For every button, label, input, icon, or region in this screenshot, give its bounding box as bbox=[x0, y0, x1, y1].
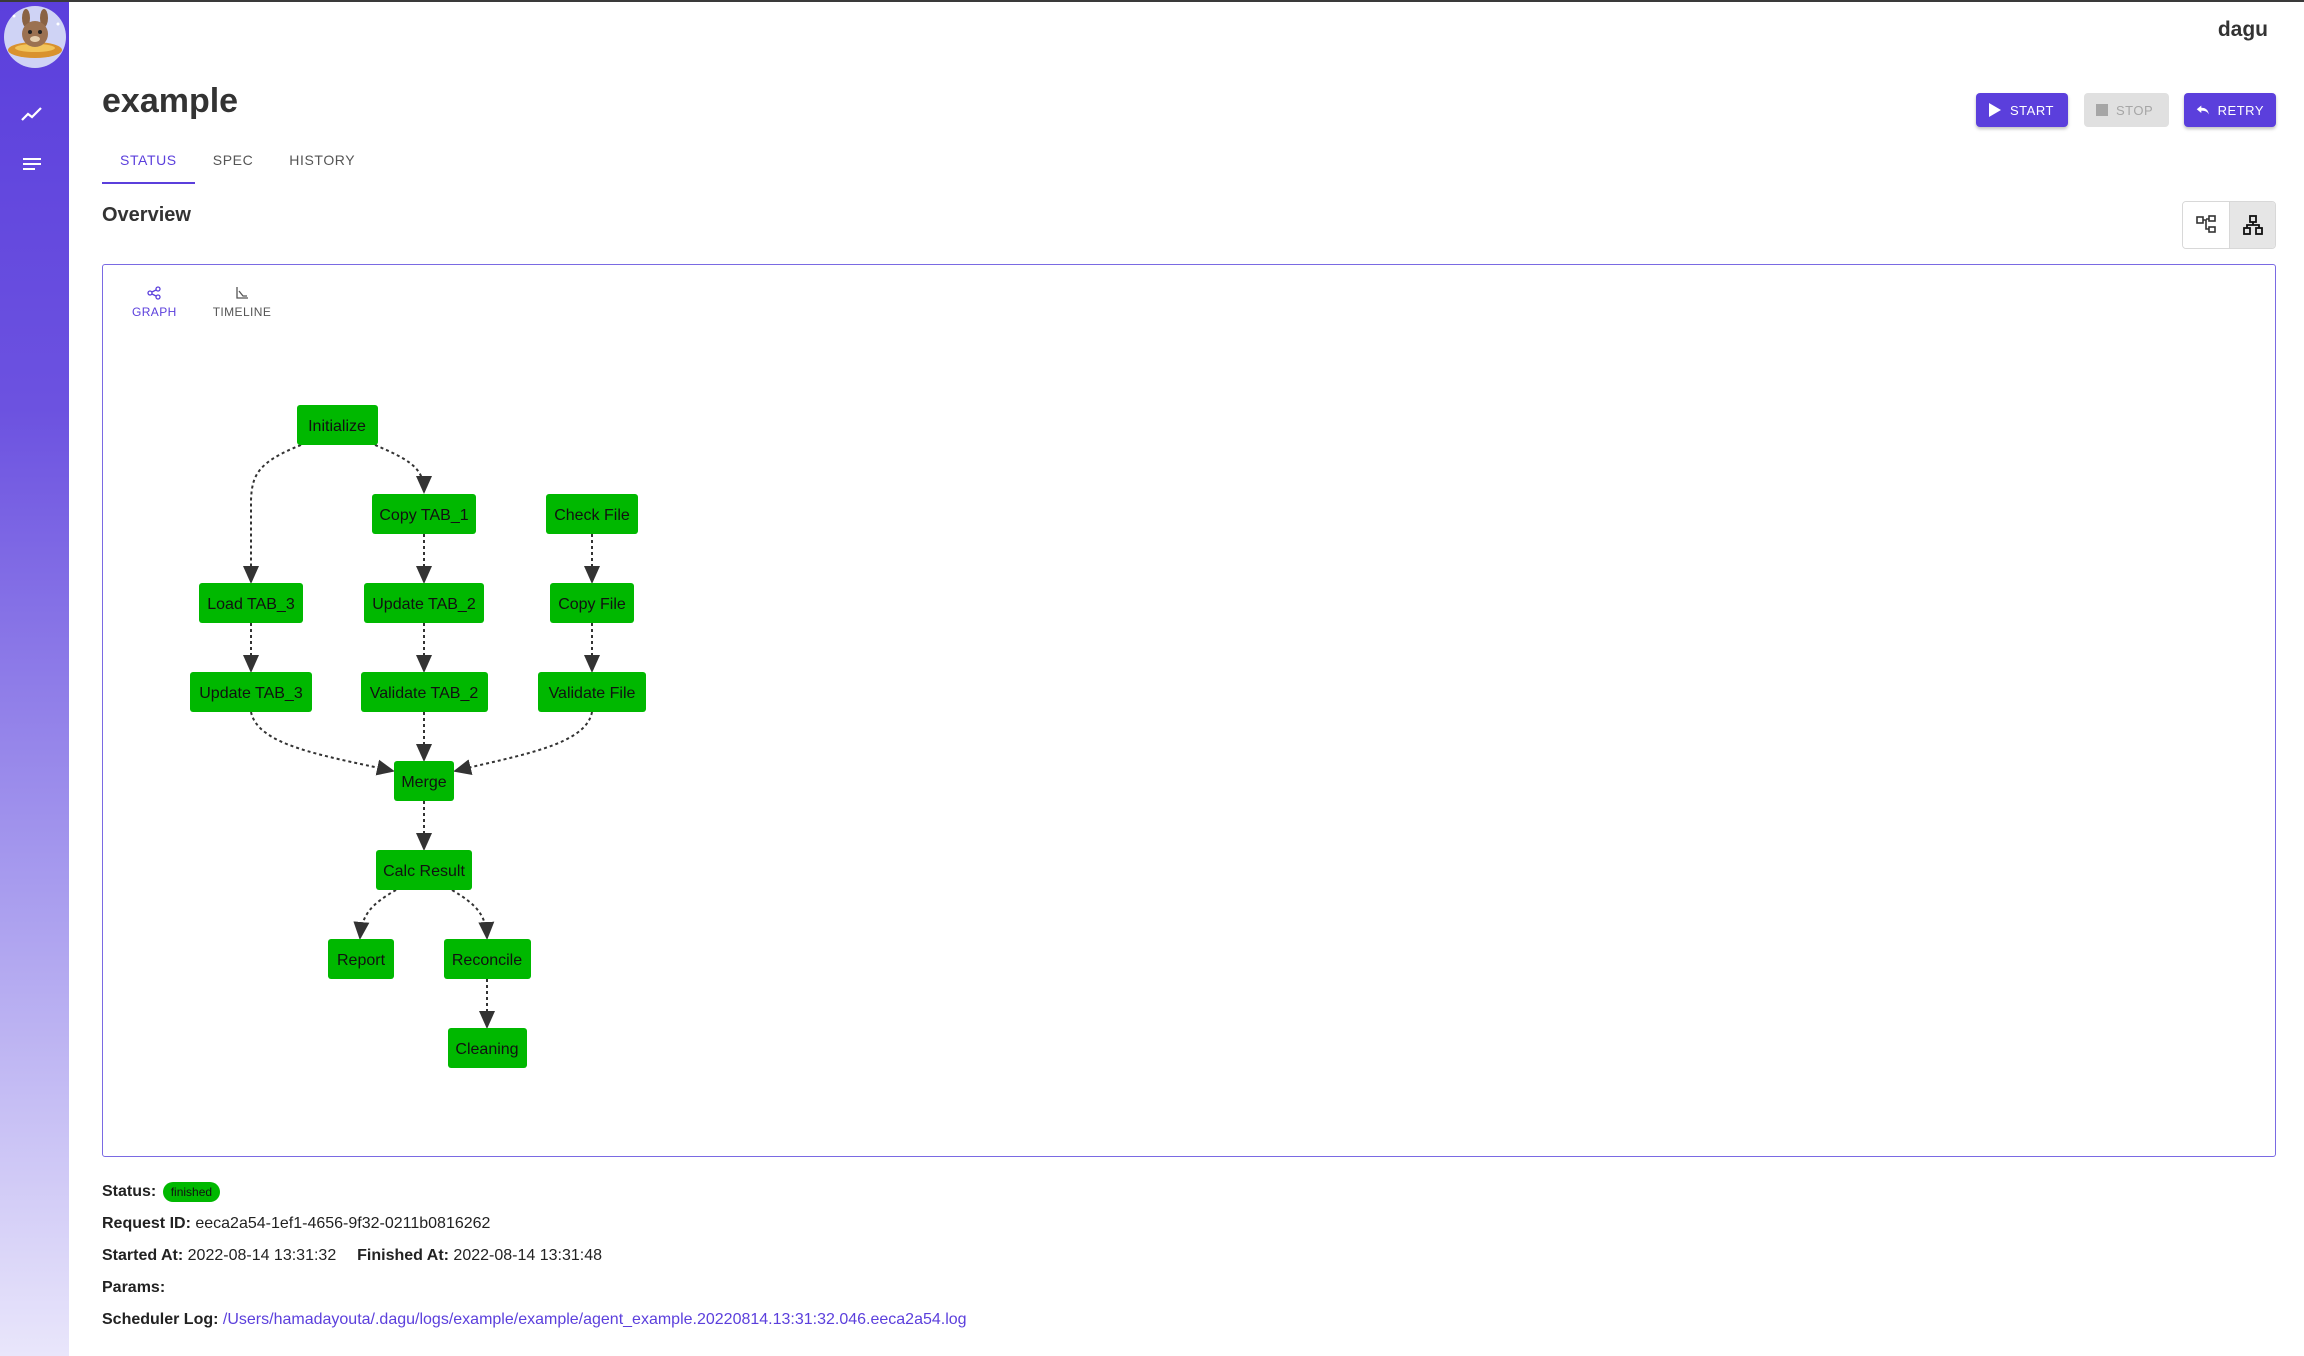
svg-text:Load TAB_3: Load TAB_3 bbox=[207, 596, 295, 613]
status-badge: finished bbox=[162, 1182, 221, 1202]
status-row: Status: finished bbox=[102, 1182, 221, 1202]
edge-validatefile-merge bbox=[453, 711, 593, 775]
node-reconcile[interactable]: Reconcile bbox=[444, 939, 531, 979]
node-copy-tab-1[interactable]: Copy TAB_1 bbox=[372, 494, 476, 534]
node-calc-result[interactable]: Calc Result bbox=[376, 850, 472, 890]
svg-text:Update TAB_2: Update TAB_2 bbox=[372, 596, 476, 613]
params-label: Params: bbox=[102, 1279, 166, 1296]
edge-calc-reconcile bbox=[451, 889, 495, 940]
node-validate-tab-2[interactable]: Validate TAB_2 bbox=[361, 672, 488, 712]
status-label: Status: bbox=[102, 1183, 157, 1201]
svg-text:Report: Report bbox=[337, 952, 386, 969]
svg-text:Merge: Merge bbox=[401, 774, 446, 791]
finished-at-value: 2022-08-14 13:31:48 bbox=[453, 1247, 602, 1264]
svg-text:Cleaning: Cleaning bbox=[455, 1041, 518, 1058]
node-cleaning[interactable]: Cleaning bbox=[448, 1028, 527, 1068]
scheduler-log-row: Scheduler Log: /Users/hamadayouta/.dagu/… bbox=[102, 1311, 967, 1329]
svg-text:Copy TAB_1: Copy TAB_1 bbox=[379, 507, 468, 524]
node-merge[interactable]: Merge bbox=[394, 761, 454, 801]
edge-init-copytab1 bbox=[374, 444, 432, 494]
dag-graph: Initialize Copy TAB_1 Check File Load TA… bbox=[190, 405, 646, 1068]
svg-text:Calc Result: Calc Result bbox=[383, 863, 465, 880]
svg-text:Validate File: Validate File bbox=[549, 685, 636, 702]
node-report[interactable]: Report bbox=[328, 939, 394, 979]
node-update-tab-3[interactable]: Update TAB_3 bbox=[190, 672, 312, 712]
svg-text:Reconcile: Reconcile bbox=[452, 952, 522, 969]
svg-text:Initialize: Initialize bbox=[308, 418, 366, 435]
params-row: Params: bbox=[102, 1279, 165, 1297]
started-at-value: 2022-08-14 13:31:32 bbox=[187, 1247, 337, 1264]
node-validate-file[interactable]: Validate File bbox=[538, 672, 646, 712]
scheduler-log-link[interactable]: /Users/hamadayouta/.dagu/logs/example/ex… bbox=[223, 1311, 967, 1328]
node-update-tab-2[interactable]: Update TAB_2 bbox=[364, 583, 484, 623]
scheduler-log-label: Scheduler Log: bbox=[102, 1311, 219, 1328]
svg-text:Update TAB_3: Update TAB_3 bbox=[199, 685, 303, 702]
node-initialize[interactable]: Initialize bbox=[297, 405, 378, 445]
request-id-label: Request ID: bbox=[102, 1215, 191, 1232]
svg-text:Check File: Check File bbox=[554, 507, 630, 524]
edge-calc-report bbox=[353, 889, 397, 940]
started-at-label: Started At: bbox=[102, 1247, 184, 1264]
node-check-file[interactable]: Check File bbox=[546, 494, 638, 534]
svg-text:Copy File: Copy File bbox=[558, 596, 626, 613]
request-id-row: Request ID: eeca2a54-1ef1-4656-9f32-0211… bbox=[102, 1215, 490, 1233]
svg-text:Validate TAB_2: Validate TAB_2 bbox=[370, 685, 479, 702]
node-copy-file[interactable]: Copy File bbox=[550, 583, 634, 623]
edge-updatetab3-merge bbox=[250, 711, 395, 776]
node-load-tab-3[interactable]: Load TAB_3 bbox=[199, 583, 303, 623]
timing-row: Started At: 2022-08-14 13:31:32 Finished… bbox=[102, 1247, 602, 1265]
finished-at-label: Finished At: bbox=[357, 1247, 449, 1264]
edge-init-loadtab3 bbox=[243, 444, 302, 584]
request-id-value: eeca2a54-1ef1-4656-9f32-0211b0816262 bbox=[195, 1215, 491, 1232]
